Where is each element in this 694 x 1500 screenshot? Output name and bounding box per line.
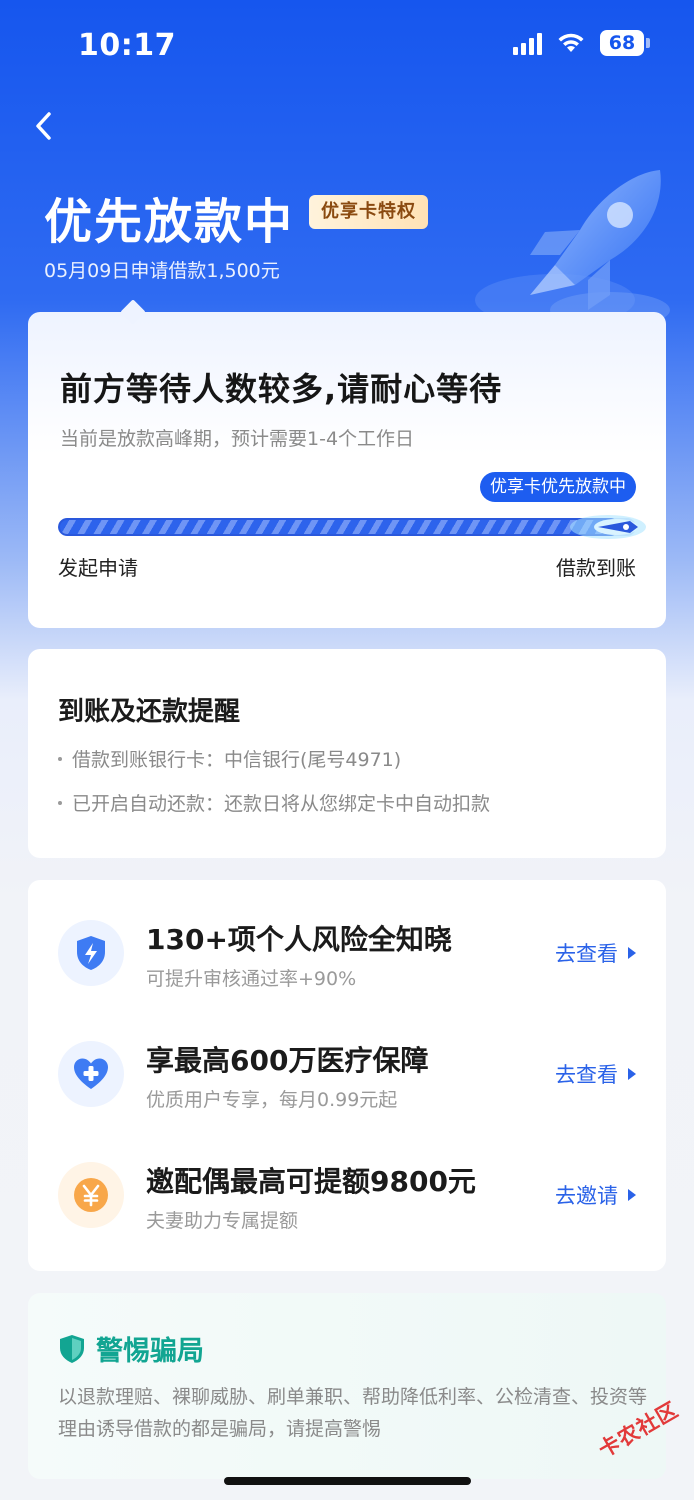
heart-plus-icon	[58, 1041, 124, 1107]
arrow-right-icon	[628, 1068, 636, 1080]
reminder-auto-repay: 已开启自动还款：还款日将从您绑定卡中自动扣款	[72, 793, 491, 815]
service-risk-report[interactable]: 130+项个人风险全知晓 可提升审核通过率+90% 去查看	[28, 880, 666, 990]
status-icons: 68	[513, 30, 650, 56]
service-spouse-credit[interactable]: 邀配偶最高可提额9800元 夫妻助力专属提额 去邀请	[28, 1122, 666, 1232]
yuan-coin-icon	[58, 1162, 124, 1228]
cellular-signal-icon	[513, 31, 542, 55]
view-medical-insurance-button[interactable]: 去查看	[555, 1059, 636, 1089]
status-description: 当前是放款高峰期，预计需要1-4个工作日	[60, 428, 415, 450]
warning-title: 警惕骗局	[58, 1329, 204, 1368]
shield-bolt-icon	[58, 920, 124, 986]
fraud-warning-card: 警惕骗局 以退款理赔、裸聊威胁、刷单兼职、帮助降低利率、公检清查、投资等理由诱导…	[28, 1293, 666, 1479]
wifi-icon	[556, 32, 586, 54]
priority-disbursement-tag: 优享卡优先放款中	[480, 472, 636, 502]
list-item: 已开启自动还款：还款日将从您绑定卡中自动扣款	[58, 789, 490, 816]
chevron-left-icon	[36, 112, 51, 140]
application-summary: 05月09日申请借款1,500元	[44, 260, 280, 282]
back-button[interactable]	[24, 106, 64, 146]
service-title: 130+项个人风险全知晓	[146, 923, 452, 956]
service-subtitle: 可提升审核通过率+90%	[146, 968, 357, 990]
rocket-illustration	[475, 170, 670, 328]
service-medical-insurance[interactable]: 享最高600万医疗保障 优质用户专享，每月0.99元起 去查看	[28, 1001, 666, 1111]
arrow-right-icon	[628, 1189, 636, 1201]
progress-end-label: 借款到账	[556, 556, 636, 580]
arrow-right-icon	[628, 947, 636, 959]
invite-spouse-button[interactable]: 去邀请	[555, 1180, 636, 1210]
service-title: 邀配偶最高可提额9800元	[146, 1165, 476, 1198]
reminder-title: 到账及还款提醒	[58, 697, 241, 727]
progress-bar	[58, 518, 636, 536]
warning-text: 以退款理赔、裸聊威胁、刷单兼职、帮助降低利率、公检清查、投资等理由诱导借款的都是…	[58, 1386, 648, 1440]
status-bar: 10:17 68	[0, 0, 694, 90]
battery-level: 68	[600, 30, 644, 56]
progress-bar-fill	[58, 518, 619, 536]
progress-start-label: 发起申请	[58, 556, 138, 580]
service-subtitle: 优质用户专享，每月0.99元起	[146, 1089, 398, 1111]
repayment-reminder-card: 到账及还款提醒 借款到账银行卡：中信银行(尾号4971) 已开启自动还款：还款日…	[28, 649, 666, 858]
list-item: 借款到账银行卡：中信银行(尾号4971)	[58, 745, 401, 772]
rocket-progress-marker-icon	[570, 515, 646, 539]
view-risk-report-button[interactable]: 去查看	[555, 938, 636, 968]
vip-privilege-badge: 优享卡特权	[309, 195, 428, 229]
reminder-bank-card: 借款到账银行卡：中信银行(尾号4971)	[72, 749, 402, 771]
service-subtitle: 夫妻助力专属提额	[146, 1210, 299, 1232]
status-time: 10:17	[78, 28, 176, 63]
page-title: 优先放款中	[44, 194, 295, 250]
shield-check-icon	[60, 1334, 84, 1363]
battery-icon: 68	[600, 30, 650, 56]
services-card: 130+项个人风险全知晓 可提升审核通过率+90% 去查看 享最高600万医疗保…	[28, 880, 666, 1271]
service-title: 享最高600万医疗保障	[146, 1044, 429, 1077]
status-title: 前方等待人数较多,请耐心等待	[60, 370, 503, 408]
loan-status-card: 前方等待人数较多,请耐心等待 当前是放款高峰期，预计需要1-4个工作日 优享卡优…	[28, 299, 666, 628]
home-indicator[interactable]	[224, 1477, 471, 1485]
